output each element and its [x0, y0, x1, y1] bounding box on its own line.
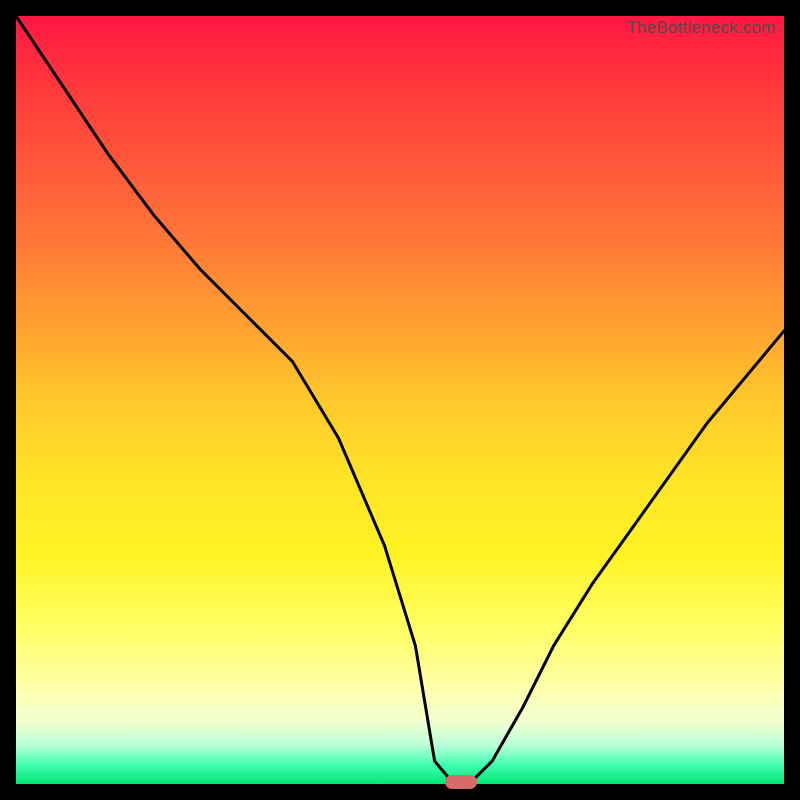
chart-frame: TheBottleneck.com [0, 0, 800, 800]
optimal-marker [445, 775, 477, 789]
bottleneck-curve [16, 16, 784, 784]
plot-area: TheBottleneck.com [16, 16, 784, 784]
